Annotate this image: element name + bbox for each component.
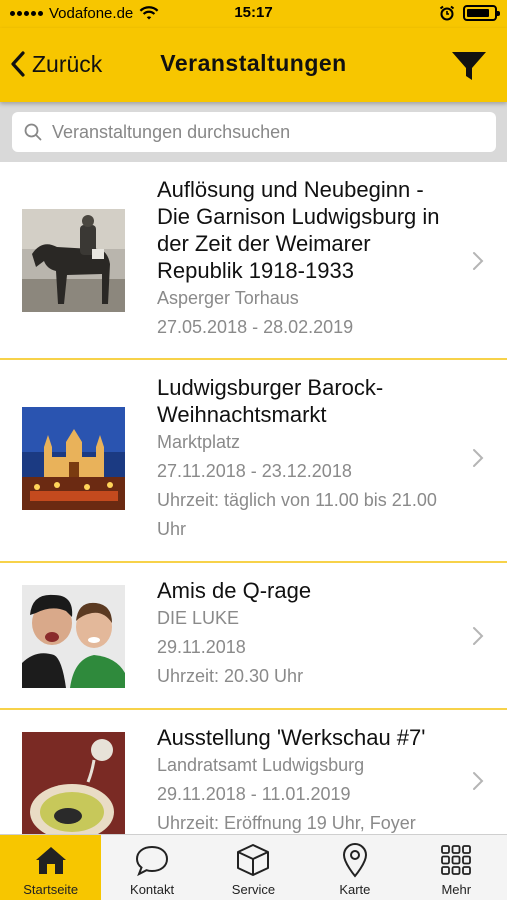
map-pin-icon (342, 842, 367, 878)
chevron-left-icon (11, 51, 25, 77)
navigation-bar: Zurück Veranstaltungen (0, 28, 507, 102)
event-date: 27.11.2018 - 23.12.2018 (157, 461, 352, 481)
chevron-right-icon (473, 449, 484, 467)
event-list-item[interactable]: Ludwigsburger Barock-Weihnachtsmarkt Mar… (0, 360, 507, 563)
event-title: Amis de Q-rage (157, 578, 312, 603)
event-date: 29.11.2018 (157, 637, 246, 657)
chevron-right-icon (473, 772, 484, 790)
event-list-item[interactable]: Amis de Q-rage DIE LUKE 29.11.2018 Uhrze… (0, 563, 507, 710)
tab-mehr[interactable]: Mehr (406, 835, 507, 900)
search-bar-container (0, 102, 507, 162)
battery-icon (463, 5, 500, 21)
tab-kontakt[interactable]: Kontakt (101, 835, 202, 900)
event-time: Uhrzeit: Eröffnung 19 Uhr, Foyer (157, 813, 416, 833)
tab-label: Mehr (441, 882, 472, 897)
event-thumbnail-christmas-market (22, 407, 125, 510)
tab-bar: Startseite Kontakt Service Karte Mehr (0, 834, 507, 900)
tab-karte[interactable]: Karte (304, 835, 405, 900)
event-title: Ausstellung 'Werkschau #7' (157, 725, 426, 750)
event-list-item[interactable]: Ausstellung 'Werkschau #7' Landratsamt L… (0, 710, 507, 834)
search-input[interactable] (52, 121, 472, 143)
tab-service[interactable]: Service (203, 835, 304, 900)
chevron-right-icon (473, 627, 484, 645)
event-thumbnail-performers (22, 585, 125, 688)
tab-label: Kontakt (130, 882, 175, 897)
event-list-item[interactable]: Auflösung und Neubeginn - Die Garnison L… (0, 162, 507, 360)
event-location: Marktplatz (157, 432, 241, 452)
status-right (439, 5, 500, 21)
back-label: Zurück (32, 50, 103, 77)
tab-label: Karte (339, 882, 371, 897)
event-title: Auflösung und Neubeginn - Die Garnison L… (157, 177, 440, 283)
event-location: DIE LUKE (157, 608, 240, 628)
event-location: Asperger Torhaus (157, 288, 299, 308)
chat-bubble-icon (136, 845, 169, 877)
search-icon (24, 123, 42, 141)
grid-icon (441, 845, 472, 875)
event-time: Uhrzeit: 20.30 Uhr (157, 666, 304, 686)
box-icon (237, 844, 270, 876)
search-box[interactable] (12, 112, 496, 152)
chevron-right-icon (473, 252, 484, 270)
tab-startseite[interactable]: Startseite (0, 835, 102, 900)
status-time: 15:17 (234, 4, 273, 21)
status-bar: Vodafone.de 15:17 (0, 0, 507, 28)
event-thumbnail-horse-rider (22, 209, 125, 312)
back-button[interactable]: Zurück (10, 50, 102, 78)
home-icon (35, 847, 66, 874)
event-title: Ludwigsburger Barock-Weihnachtsmarkt (157, 375, 384, 427)
filter-icon[interactable] (449, 46, 489, 86)
tab-label: Service (231, 882, 276, 897)
tab-label: Startseite (23, 882, 79, 897)
event-list: Auflösung und Neubeginn - Die Garnison L… (0, 162, 507, 834)
event-thumbnail-exhibition (22, 732, 125, 834)
event-date: 29.11.2018 - 11.01.2019 (157, 784, 351, 804)
alarm-clock-icon (439, 5, 455, 21)
event-date: 27.05.2018 - 28.02.2019 (157, 317, 354, 337)
event-location: Landratsamt Ludwigsburg (157, 755, 365, 775)
event-time: Uhrzeit: täglich von 11.00 bis 21.00 Uhr (157, 490, 437, 539)
